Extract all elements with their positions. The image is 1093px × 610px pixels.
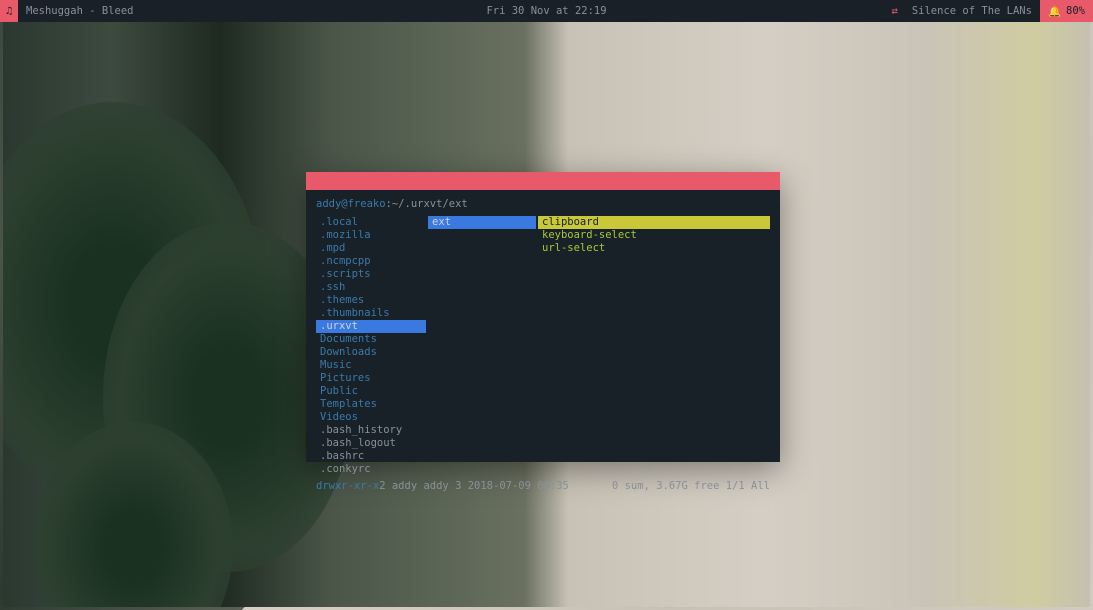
file-columns: .local.mozilla.mpd.ncmpcpp.scripts.ssh.t… — [316, 216, 770, 476]
file-entry[interactable]: Documents — [316, 333, 426, 346]
music-icon[interactable]: ♫ — [0, 0, 18, 22]
file-entry[interactable]: keyboard-select — [538, 229, 770, 242]
now-playing-text[interactable]: Meshuggah - Bleed — [18, 5, 141, 17]
file-entry[interactable]: .mpd — [316, 242, 426, 255]
prompt-user: addy@freako — [316, 198, 386, 210]
preview-column[interactable]: clipboardkeyboard-selecturl-select — [538, 216, 770, 476]
file-entry[interactable]: .local — [316, 216, 426, 229]
status-line: drwxr-xr-x 2 addy addy 3 2018-07-09 00:3… — [316, 480, 770, 492]
file-entry[interactable]: Music — [316, 359, 426, 372]
file-entry[interactable]: Downloads — [316, 346, 426, 359]
battery-percent: 80% — [1066, 5, 1085, 17]
file-entry[interactable]: Videos — [316, 411, 426, 424]
file-entry[interactable]: .thumbnails — [316, 307, 426, 320]
file-entry[interactable]: Public — [316, 385, 426, 398]
file-entry[interactable]: .mozilla — [316, 229, 426, 242]
network-name[interactable]: Silence of The LANs — [904, 5, 1040, 17]
bell-icon: 🔔 — [1048, 5, 1061, 18]
file-entry[interactable]: .ncmpcpp — [316, 255, 426, 268]
file-entry[interactable]: .bashrc — [316, 450, 426, 463]
file-entry[interactable]: ext — [428, 216, 536, 229]
file-entry[interactable]: Templates — [316, 398, 426, 411]
file-entry[interactable]: .conkyrc — [316, 463, 426, 476]
current-dir-column[interactable]: ext — [428, 216, 536, 476]
battery-indicator[interactable]: 🔔 80% — [1040, 0, 1093, 22]
terminal-titlebar[interactable] — [306, 172, 780, 190]
prompt-line: addy@freako:~/.urxvt/ext — [316, 198, 770, 210]
status-details: 2 addy addy 3 2018-07-09 00:35 — [379, 480, 569, 492]
file-entry[interactable]: .bash_logout — [316, 437, 426, 450]
terminal-body[interactable]: addy@freako:~/.urxvt/ext .local.mozilla.… — [306, 190, 780, 462]
status-summary: 0 sum, 3.67G free 1/1 All — [612, 480, 770, 492]
file-entry[interactable]: .urxvt — [316, 320, 426, 333]
terminal-window[interactable]: addy@freako:~/.urxvt/ext .local.mozilla.… — [306, 172, 780, 462]
file-entry[interactable]: Pictures — [316, 372, 426, 385]
file-entry[interactable]: url-select — [538, 242, 770, 255]
file-entry[interactable]: .scripts — [316, 268, 426, 281]
parent-dir-column[interactable]: .local.mozilla.mpd.ncmpcpp.scripts.ssh.t… — [316, 216, 426, 476]
file-entry[interactable]: clipboard — [538, 216, 770, 229]
file-entry[interactable]: .ssh — [316, 281, 426, 294]
prompt-path: ~/.urxvt/ext — [392, 198, 468, 210]
top-bar: ♫ Meshuggah - Bleed Fri 30 Nov at 22:19 … — [0, 0, 1093, 22]
clock-text: Fri 30 Nov at 22:19 — [486, 5, 606, 17]
network-icon[interactable]: ⇄ — [886, 5, 904, 17]
file-entry[interactable]: .themes — [316, 294, 426, 307]
file-entry[interactable]: .bash_history — [316, 424, 426, 437]
status-permissions: drwxr-xr-x — [316, 480, 379, 492]
